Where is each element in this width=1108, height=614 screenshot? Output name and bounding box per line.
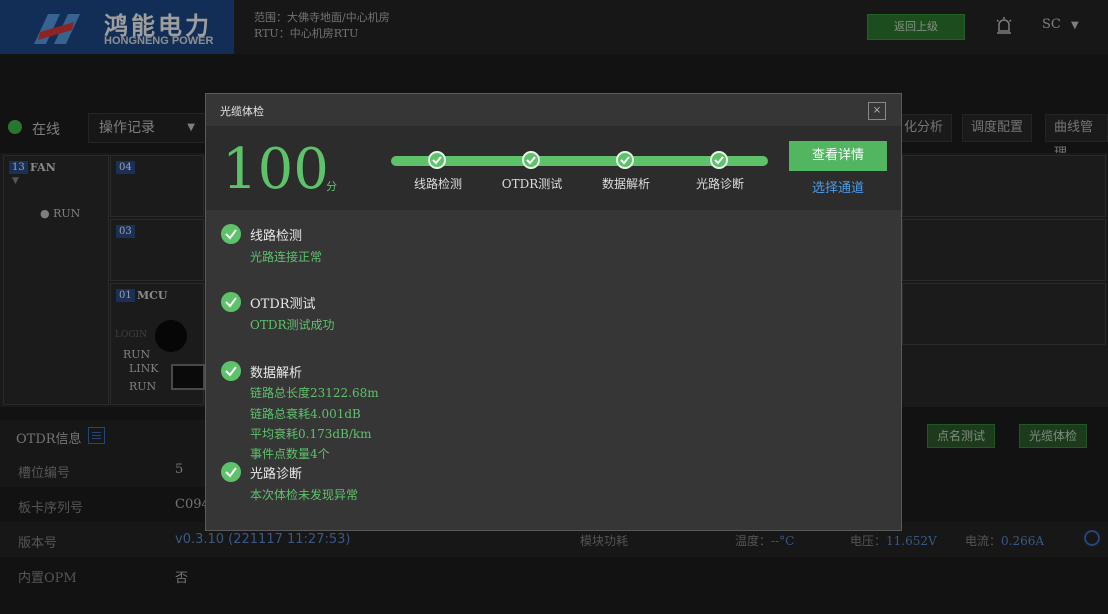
step-label: OTDR测试 xyxy=(501,177,563,191)
step-check-icon xyxy=(616,151,634,169)
result-detail: 事件点数量4个 xyxy=(250,447,330,461)
check-circle-icon xyxy=(221,224,241,244)
result-detail: 链路总长度23122.68m xyxy=(250,386,379,400)
result-title: 数据解析 xyxy=(250,366,303,381)
check-circle-icon xyxy=(221,462,241,482)
step-check-icon xyxy=(710,151,728,169)
step-label: 数据解析 xyxy=(601,177,650,191)
result-title: 线路检测 xyxy=(250,229,303,244)
step-label: 光路诊断 xyxy=(695,177,744,191)
result-detail: 本次体检未发现异常 xyxy=(250,488,359,502)
result-detail: OTDR测试成功 xyxy=(250,318,335,332)
result-detail: 平均衰耗0.173dB/km xyxy=(250,427,372,441)
close-icon[interactable]: × xyxy=(868,102,886,120)
step-label: 线路检测 xyxy=(413,177,462,191)
step-check-icon xyxy=(522,151,540,169)
score-value: 100 xyxy=(222,137,329,202)
score-unit: 分 xyxy=(326,180,337,193)
cable-checkup-dialog: 光缆体检 × 100 分 线路检测 OTDR测试 数据解析 光路诊断 查看详情 … xyxy=(205,93,902,531)
result-title: OTDR测试 xyxy=(250,297,316,312)
result-detail: 光路连接正常 xyxy=(250,250,323,264)
check-circle-icon xyxy=(221,292,241,312)
view-details-button[interactable]: 查看详情 xyxy=(789,141,887,171)
step-check-icon xyxy=(428,151,446,169)
select-channel-link[interactable]: 选择通道 xyxy=(789,177,887,196)
result-detail: 链路总衰耗4.001dB xyxy=(250,407,361,421)
dialog-title: 光缆体检 xyxy=(220,105,264,118)
check-circle-icon xyxy=(221,361,241,381)
result-title: 光路诊断 xyxy=(250,467,303,482)
